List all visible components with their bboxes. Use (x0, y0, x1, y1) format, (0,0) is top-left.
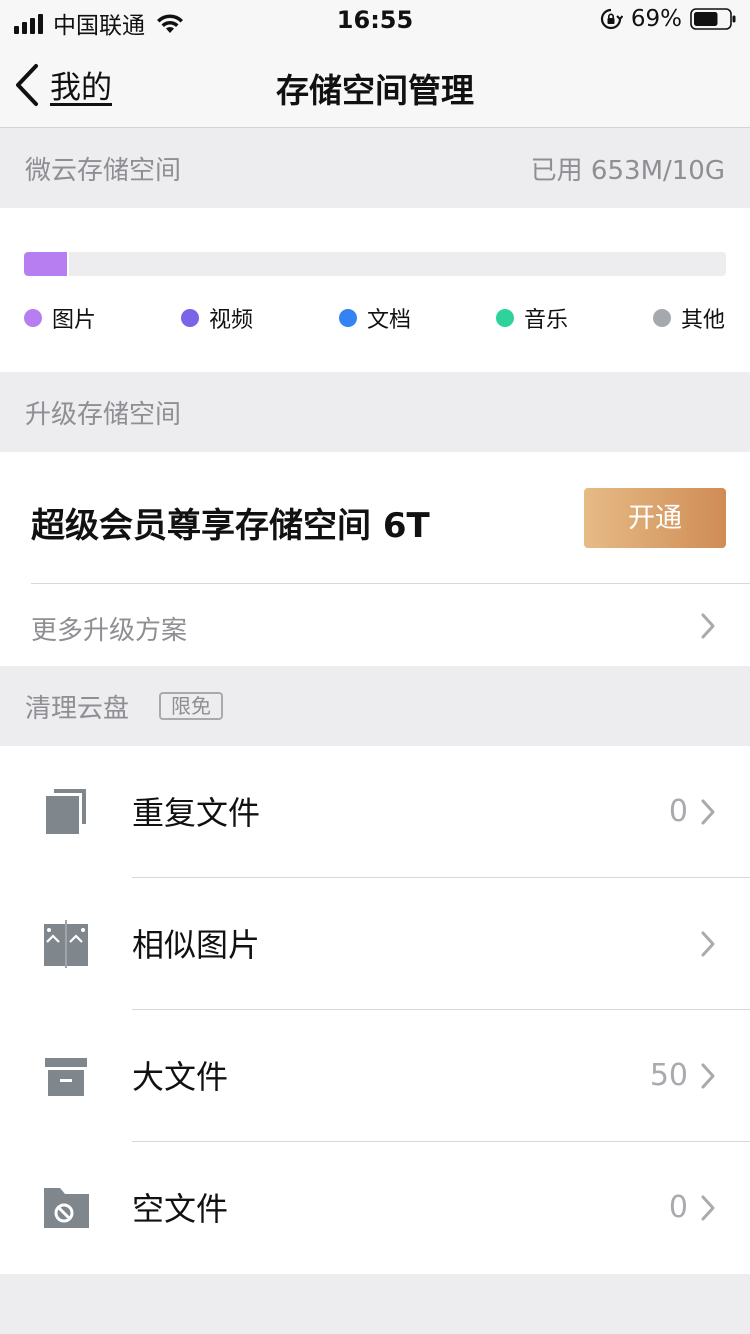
chevron-right-icon (701, 613, 715, 639)
upgrade-panel: 超级会员尊享存储空间 6T 开通 更多升级方案 (0, 452, 750, 666)
legend-item-documents: 文档 (339, 302, 411, 334)
storage-section-header: 微云存储空间 已用 653M/10G (0, 128, 750, 208)
upgrade-section-label: 升级存储空间 (25, 400, 182, 430)
archive-box-icon (45, 1058, 87, 1096)
clean-panel: 重复文件 0 相似图片 大文件 50 空文件 0 (0, 746, 750, 1274)
upgrade-section-header: 升级存储空间 (0, 372, 750, 452)
battery-percent: 69% (630, 6, 682, 32)
clean-row-large-files[interactable]: 大文件 50 (0, 1010, 750, 1142)
legend-item-other: 其他 (653, 302, 725, 334)
back-button[interactable]: 我的 (14, 62, 112, 107)
duplicate-files-icon (46, 789, 86, 834)
status-bar: 中国联通 16:55 69% (0, 0, 750, 40)
legend-label: 音乐 (524, 308, 569, 333)
clean-row-count: 50 (649, 1058, 688, 1093)
legend-label: 视频 (209, 308, 254, 333)
legend-label: 其他 (681, 308, 726, 333)
legend-item-videos: 视频 (181, 302, 253, 334)
clean-section-label: 清理云盘 (25, 694, 130, 724)
clean-row-duplicate-files[interactable]: 重复文件 0 (0, 746, 750, 878)
clean-row-empty-files[interactable]: 空文件 0 (0, 1142, 750, 1274)
more-plans-row[interactable]: 更多升级方案 (0, 584, 750, 666)
storage-usage-bar (24, 252, 726, 276)
navigation-bar: 我的 存储空间管理 (0, 40, 750, 128)
chevron-right-icon (701, 1063, 715, 1089)
back-label: 我的 (50, 70, 112, 106)
clean-row-count: 0 (668, 1190, 688, 1225)
legend-item-images: 图片 (24, 302, 96, 334)
empty-folder-icon (44, 1188, 89, 1228)
battery-icon (690, 8, 736, 30)
vip-offer-text: 超级会员尊享存储空间 6T (31, 506, 430, 546)
open-vip-button[interactable]: 开通 (584, 488, 726, 548)
vip-offer-row: 超级会员尊享存储空间 6T 开通 (0, 452, 750, 584)
status-right: 69% (599, 6, 736, 32)
chevron-left-icon (16, 63, 38, 106)
free-badge: 限免 (159, 692, 223, 720)
chevron-right-icon (701, 931, 715, 957)
clean-row-label: 相似图片 (132, 926, 261, 964)
storage-usage-text: 已用 653M/10G (530, 156, 725, 186)
storage-section-label: 微云存储空间 (25, 156, 182, 186)
legend-dot (181, 309, 199, 327)
clean-row-label: 大文件 (132, 1058, 229, 1096)
clean-row-label: 空文件 (132, 1190, 229, 1228)
page-title: 存储空间管理 (276, 71, 474, 110)
chevron-right-icon (701, 1195, 715, 1221)
clean-section-header: 清理云盘 限免 (0, 666, 750, 746)
clean-row-label: 重复文件 (132, 794, 261, 832)
storage-panel: 图片 视频 文档 音乐 其他 (0, 208, 750, 372)
legend-label: 文档 (367, 308, 412, 333)
chevron-right-icon (701, 799, 715, 825)
legend-item-music: 音乐 (496, 302, 568, 334)
more-plans-label: 更多升级方案 (31, 616, 188, 646)
legend-label: 图片 (52, 308, 97, 333)
storage-usage-fill (24, 252, 69, 276)
legend-dot (24, 309, 42, 327)
legend-dot (653, 309, 671, 327)
clean-row-count: 0 (668, 794, 688, 829)
similar-images-icon (44, 920, 88, 968)
legend-dot (496, 309, 514, 327)
rotation-lock-icon (600, 8, 623, 30)
clean-row-similar-images[interactable]: 相似图片 (0, 878, 750, 1010)
legend-dot (339, 309, 357, 327)
